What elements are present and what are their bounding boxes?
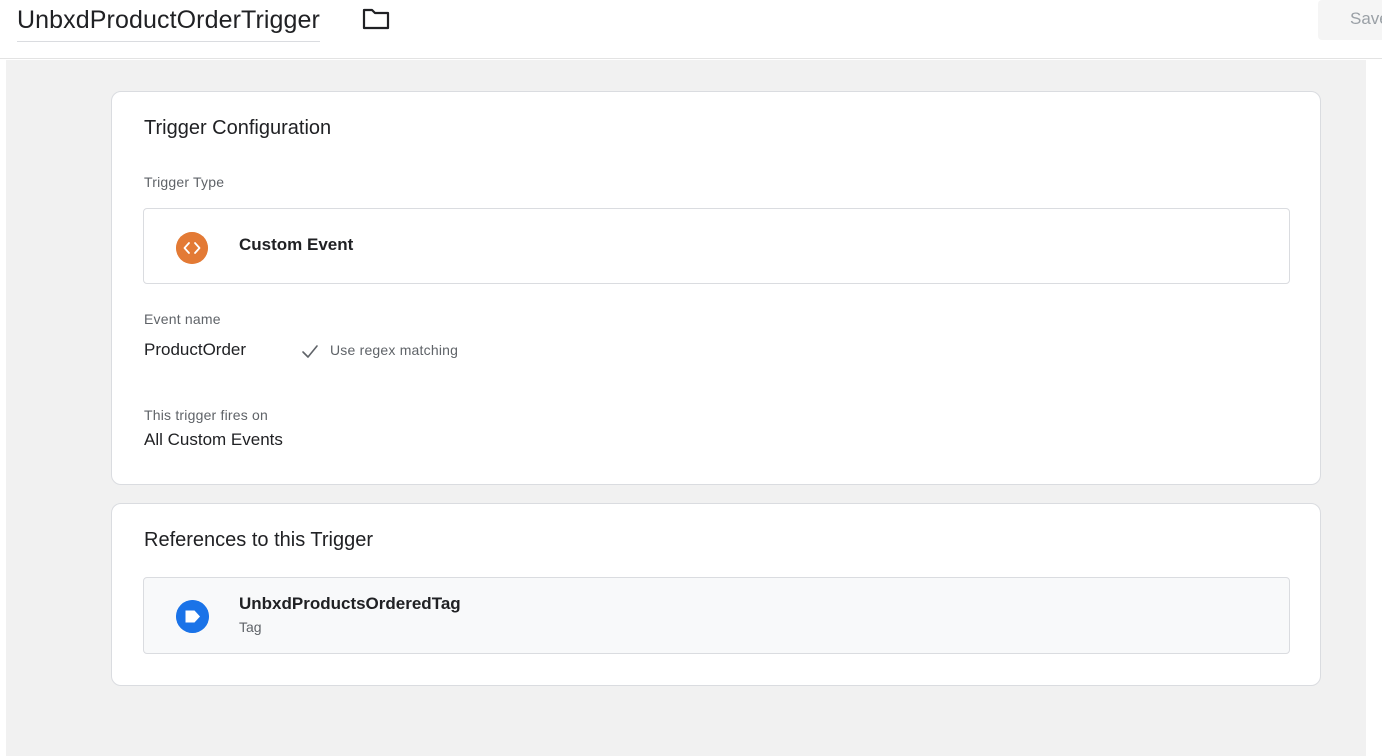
event-name-label: Event name [144,311,221,327]
trigger-type-name: Custom Event [239,235,354,254]
folder-icon[interactable] [362,8,390,30]
fires-on-label: This trigger fires on [144,407,269,423]
code-brackets-icon [176,232,208,264]
trigger-configuration-title: Trigger Configuration [144,117,332,139]
trigger-type-label: Trigger Type [144,174,225,190]
event-name-value: ProductOrder [144,340,247,359]
trigger-type-selector[interactable]: Custom Event [143,208,1290,284]
reference-item[interactable]: UnbxdProductsOrderedTag Tag [143,577,1290,654]
trigger-configuration-card: Trigger Configuration Trigger Type Custo… [111,91,1321,485]
checkmark-icon [302,345,318,358]
editor-header: UnbxdProductOrderTrigger Save [0,0,1382,59]
reference-type: Tag [239,619,262,635]
save-button[interactable]: Save [1318,0,1382,40]
tag-icon [176,600,209,633]
trigger-name-field[interactable]: UnbxdProductOrderTrigger [17,4,320,42]
reference-name: UnbxdProductsOrderedTag [239,594,461,613]
trigger-name[interactable]: UnbxdProductOrderTrigger [17,4,320,36]
references-title: References to this Trigger [144,529,373,551]
trigger-references-card: References to this Trigger UnbxdProducts… [111,503,1321,686]
regex-matching-label: Use regex matching [330,342,459,358]
fires-on-value: All Custom Events [144,430,283,449]
